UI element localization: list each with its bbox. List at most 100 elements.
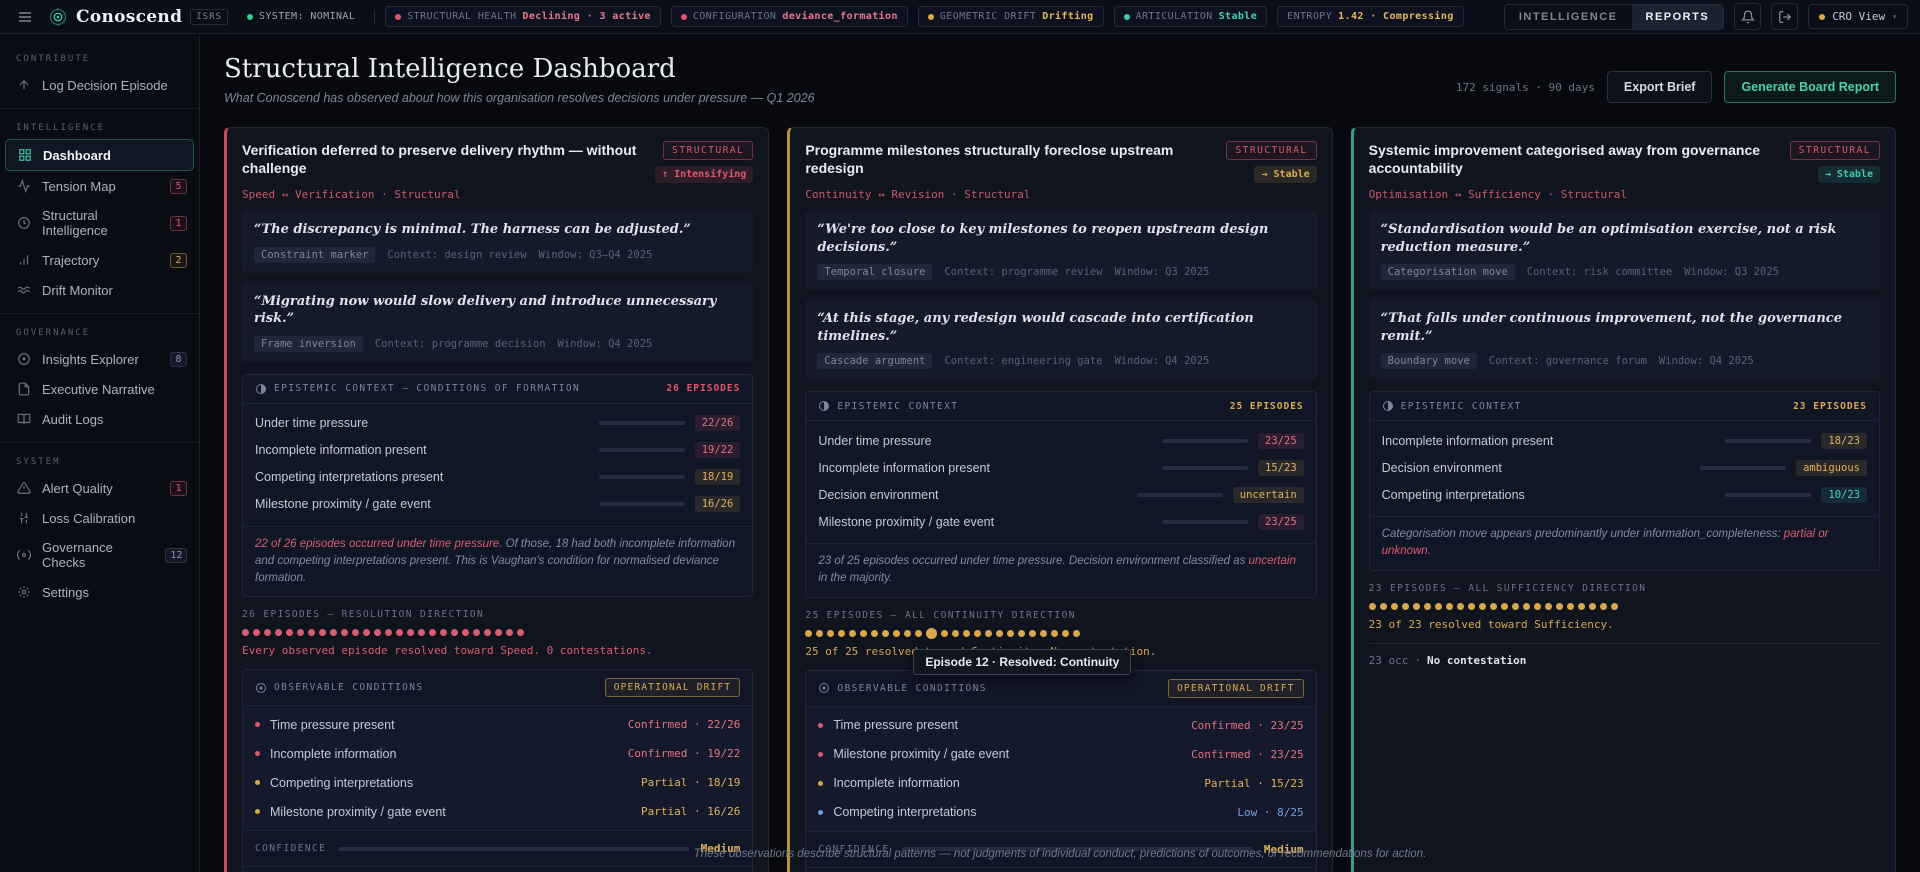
export-brief-button[interactable]: Export Brief	[1606, 71, 1713, 103]
episode-dot[interactable]	[275, 629, 282, 637]
episode-dot[interactable]	[849, 629, 857, 637]
episode-dot[interactable]	[352, 629, 359, 637]
episode-dot[interactable]	[286, 629, 293, 637]
episode-dot[interactable]	[1368, 602, 1376, 610]
status-dot-icon	[927, 13, 934, 20]
episode-dot[interactable]	[451, 629, 458, 637]
episode-dot[interactable]	[1412, 602, 1420, 610]
sidebar-item-log-decision-episode[interactable]: Log Decision Episode	[0, 70, 199, 100]
episode-dot[interactable]	[871, 629, 879, 637]
sidebar-item-structural-intelligence[interactable]: Structural Intelligence 1	[0, 201, 199, 245]
episode-dot[interactable]	[418, 629, 425, 637]
episode-dot[interactable]	[1555, 602, 1563, 610]
episode-dot[interactable]	[297, 629, 304, 637]
episode-dot[interactable]	[1489, 602, 1497, 610]
sidebar-item-insights-explorer[interactable]: Insights Explorer 8	[0, 344, 199, 374]
tab-intelligence[interactable]: INTELLIGENCE	[1505, 5, 1632, 29]
insight-card-verification-deferred[interactable]: Verification deferred to preserve delive…	[224, 127, 770, 872]
episode-dot[interactable]	[517, 629, 524, 637]
tab-reports[interactable]: REPORTS	[1631, 4, 1724, 29]
episode-dot[interactable]	[363, 629, 370, 637]
episode-dot[interactable]	[506, 629, 513, 637]
episode-dot[interactable]	[440, 629, 447, 637]
episode-dot[interactable]	[242, 629, 249, 637]
episode-dot[interactable]	[941, 629, 949, 637]
episode-dot[interactable]	[1478, 602, 1486, 610]
sidebar-item-drift-monitor[interactable]: Drift Monitor	[0, 275, 199, 305]
sidebar-item-trajectory[interactable]: Trajectory 2	[0, 245, 199, 275]
episode-dot[interactable]	[1062, 629, 1070, 637]
episode-dot[interactable]	[1599, 602, 1607, 610]
episode-dot[interactable]	[1588, 602, 1596, 610]
episode-dot[interactable]	[1040, 629, 1048, 637]
episode-dot[interactable]	[1566, 602, 1574, 610]
episode-dot[interactable]	[1522, 602, 1530, 610]
episode-dot[interactable]	[805, 629, 813, 637]
insight-card-systemic-improvement[interactable]: Systemic improvement categorised away fr…	[1350, 127, 1896, 872]
sidebar-item-executive-narrative[interactable]: Executive Narrative	[0, 374, 199, 404]
role-view-selector[interactable]: CRO View ▾	[1808, 4, 1908, 29]
episode-dot[interactable]	[1029, 629, 1037, 637]
episode-dot[interactable]	[996, 629, 1004, 637]
episode-dot[interactable]	[1445, 602, 1453, 610]
generate-board-report-button[interactable]: Generate Board Report	[1724, 71, 1896, 103]
episode-dot[interactable]	[1051, 629, 1059, 637]
episode-dot[interactable]	[860, 629, 868, 637]
episode-dot[interactable]	[904, 629, 912, 637]
episode-dot[interactable]	[882, 629, 890, 637]
episode-dot[interactable]	[264, 629, 271, 637]
episode-dot[interactable]	[1511, 602, 1519, 610]
episode-dot[interactable]	[893, 629, 901, 637]
episode-dot[interactable]	[253, 629, 260, 637]
sidebar-item-alert-quality[interactable]: Alert Quality 1	[0, 473, 199, 503]
episode-dot[interactable]	[396, 629, 403, 637]
episode-dot[interactable]	[974, 629, 982, 637]
episode-dot[interactable]	[1390, 602, 1398, 610]
episode-dot[interactable]	[816, 629, 824, 637]
sidebar-item-governance-checks[interactable]: Governance Checks 12	[0, 533, 199, 577]
episode-dot[interactable]	[1577, 602, 1585, 610]
episode-dot[interactable]	[429, 629, 436, 637]
episode-dot[interactable]	[495, 629, 502, 637]
insight-card-programme-milestones[interactable]: Programme milestones structurally forecl…	[787, 127, 1333, 872]
notifications-button[interactable]	[1734, 3, 1762, 30]
sidebar-item-tension-map[interactable]: Tension Map 5	[0, 171, 199, 201]
sidebar-item-audit-logs[interactable]: Audit Logs	[0, 404, 199, 434]
episode-dot[interactable]	[407, 629, 414, 637]
episode-dot[interactable]	[915, 629, 923, 637]
episode-dot[interactable]	[1401, 602, 1409, 610]
episode-dot[interactable]	[319, 629, 326, 637]
episode-dot[interactable]	[838, 629, 846, 637]
episode-dot[interactable]	[1007, 629, 1015, 637]
export-button[interactable]	[1771, 3, 1799, 30]
episode-dot[interactable]	[963, 629, 971, 637]
episode-dot[interactable]	[1018, 629, 1026, 637]
episode-dot[interactable]	[330, 629, 337, 637]
episode-dot[interactable]	[484, 629, 491, 637]
episode-dot[interactable]	[1467, 602, 1475, 610]
episode-dot[interactable]	[827, 629, 835, 637]
episode-dot[interactable]	[952, 629, 960, 637]
episode-dot[interactable]	[1434, 602, 1442, 610]
episode-dot[interactable]	[341, 629, 348, 637]
episode-dot[interactable]	[462, 629, 469, 637]
brand[interactable]: Conoscend ISRS	[48, 7, 228, 27]
menu-icon[interactable]	[12, 4, 38, 30]
sidebar-item-loss-calibration[interactable]: Loss Calibration	[0, 503, 199, 533]
episode-dot[interactable]	[374, 629, 381, 637]
episode-dot[interactable]	[1073, 629, 1081, 637]
episode-dot[interactable]	[985, 629, 993, 637]
episode-dot[interactable]	[308, 629, 315, 637]
sidebar-item-settings[interactable]: Settings	[0, 577, 199, 607]
episode-dot[interactable]	[1423, 602, 1431, 610]
episode-dot[interactable]	[1456, 602, 1464, 610]
episode-dot[interactable]	[385, 629, 392, 637]
episode-dot[interactable]	[473, 629, 480, 637]
episode-dot[interactable]	[1610, 602, 1618, 610]
episode-dot[interactable]	[1533, 602, 1541, 610]
episode-dot[interactable]	[1500, 602, 1508, 610]
episode-dot[interactable]	[1544, 602, 1552, 610]
sidebar-item-dashboard[interactable]: Dashboard	[5, 139, 194, 171]
episode-dot[interactable]	[926, 627, 938, 639]
episode-dot[interactable]	[1379, 602, 1387, 610]
